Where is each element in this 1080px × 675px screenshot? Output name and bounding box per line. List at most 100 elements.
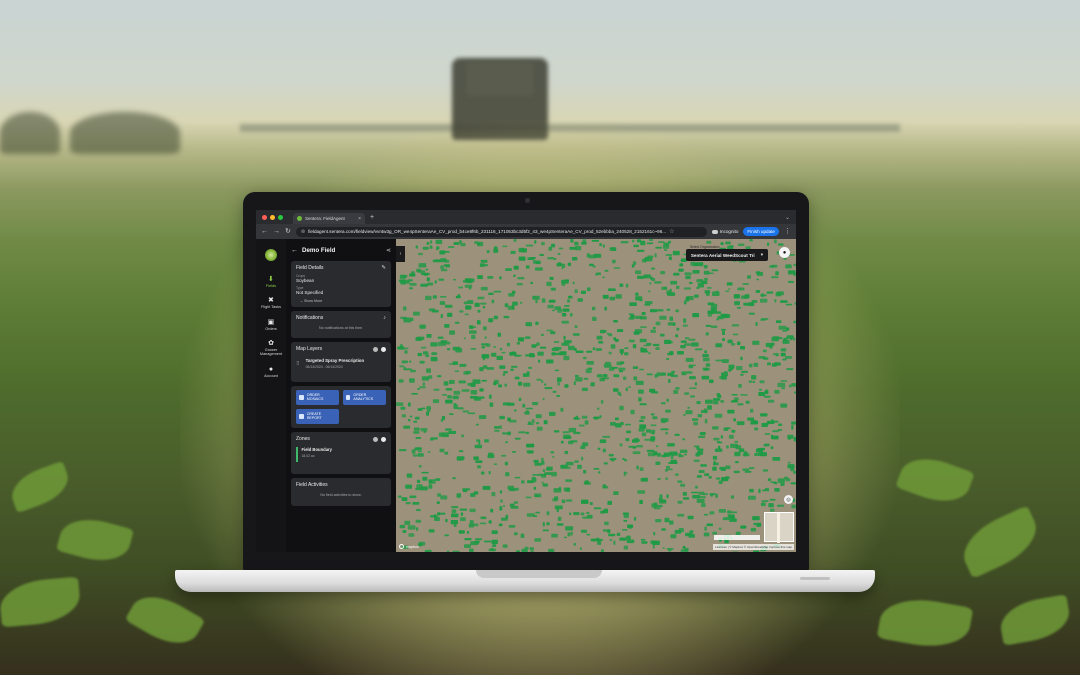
- weed-patch: [704, 526, 707, 531]
- mapbox-logo[interactable]: mapbox: [399, 544, 419, 549]
- add-layer-icon[interactable]: [381, 347, 386, 352]
- create-report-button[interactable]: CREATE REPORT: [296, 409, 339, 424]
- browser-menu-icon[interactable]: ⋮: [784, 228, 791, 235]
- weed-patch: [491, 492, 496, 497]
- layers-icon[interactable]: [373, 437, 378, 442]
- weed-patch: [552, 390, 557, 393]
- back-arrow-icon[interactable]: ←: [291, 247, 298, 254]
- weed-patch: [409, 378, 415, 383]
- map-view[interactable]: ‹ Select Organization Sentera Aerial Wee…: [396, 239, 796, 552]
- minimap[interactable]: [764, 512, 794, 543]
- bookmark-star-icon[interactable]: ☆: [669, 228, 674, 235]
- weed-patch: [715, 477, 721, 480]
- new-tab-button[interactable]: +: [370, 214, 374, 221]
- weed-patch: [603, 508, 609, 513]
- zone-item[interactable]: Field Boundary 18.02 ac: [296, 447, 386, 462]
- show-more-link[interactable]: ⌄ Show More: [296, 299, 386, 303]
- weed-patch: [465, 305, 472, 310]
- tree-line: [70, 112, 180, 154]
- weed-patch: [447, 395, 452, 399]
- weed-patch: [721, 372, 728, 377]
- rail-item-orders[interactable]: ▣ Orders: [265, 319, 277, 331]
- forward-arrow-icon[interactable]: →: [273, 228, 280, 235]
- locate-icon[interactable]: ◎: [784, 495, 793, 504]
- browser-tab[interactable]: Sentera: FieldAgent ×: [293, 213, 365, 224]
- weed-patch: [689, 387, 697, 389]
- weed-patch: [562, 431, 570, 434]
- weed-patch: [697, 448, 704, 451]
- rail-item-grower-management[interactable]: ✿ Grower Management: [256, 340, 286, 357]
- back-arrow-icon[interactable]: ←: [261, 228, 268, 235]
- rail-label: Grower Management: [259, 348, 283, 357]
- share-icon[interactable]: ⋖: [386, 247, 391, 254]
- layer-item[interactable]: ⠿ Targeted Spray Prescription 06/14/2024…: [296, 358, 386, 369]
- weed-patch: [680, 483, 686, 487]
- weed-patch: [549, 276, 554, 280]
- weed-patch: [434, 517, 440, 521]
- weed-patch: [462, 488, 471, 491]
- weed-patch: [403, 425, 411, 429]
- weed-patch: [512, 301, 518, 306]
- collapse-panel-button[interactable]: ‹: [396, 246, 405, 262]
- weed-patch: [734, 440, 739, 443]
- sentera-logo[interactable]: [265, 249, 277, 261]
- rail-item-account[interactable]: ● Account: [264, 366, 278, 378]
- weed-patch: [601, 377, 609, 380]
- weed-patch: [530, 550, 534, 552]
- minimize-window-button[interactable]: [270, 214, 275, 220]
- weed-patch: [649, 429, 656, 434]
- weed-patch: [487, 276, 494, 279]
- weed-patch: [634, 329, 643, 334]
- finish-update-button[interactable]: Finish update: [743, 227, 779, 236]
- weed-patch: [534, 462, 542, 466]
- weed-patch: [730, 495, 735, 499]
- layers-icon[interactable]: [373, 347, 378, 352]
- weed-patch: [503, 315, 510, 319]
- weed-patch: [720, 467, 726, 471]
- organization-dropdown[interactable]: Sentera Aerial WeedScout Tri ▾: [685, 249, 768, 261]
- add-zone-icon[interactable]: [381, 437, 386, 442]
- weed-patch: [396, 402, 404, 406]
- weed-patch: [504, 461, 508, 466]
- weed-patch: [448, 430, 457, 434]
- tab-search-icon[interactable]: ⌄: [785, 214, 790, 221]
- weed-patch: [498, 425, 502, 429]
- tree-line: [0, 112, 60, 154]
- weed-patch: [580, 529, 587, 533]
- weed-patch: [586, 511, 590, 515]
- close-window-button[interactable]: [262, 214, 267, 220]
- weed-patch: [597, 540, 602, 545]
- weed-patch: [637, 275, 644, 279]
- weed-patch: [534, 538, 542, 542]
- weed-patch: [447, 312, 453, 317]
- weed-patch: [759, 388, 762, 391]
- weed-patch: [730, 400, 739, 403]
- weed-patch: [481, 379, 487, 382]
- edit-pencil-icon[interactable]: ✎: [381, 265, 386, 271]
- weed-patch: [437, 493, 441, 497]
- drag-handle-icon[interactable]: ⠿: [296, 361, 300, 367]
- tab-close-icon[interactable]: ×: [358, 216, 361, 222]
- weed-patch: [648, 290, 651, 293]
- weed-patch: [574, 325, 578, 328]
- rail-item-fields[interactable]: ⬇ Fields: [266, 276, 276, 288]
- weed-patch: [705, 332, 709, 336]
- weed-patch: [399, 524, 406, 529]
- order-mosaics-button[interactable]: ORDER MOSAICS: [296, 390, 339, 405]
- weed-patch: [625, 283, 629, 288]
- weed-patch: [669, 288, 672, 294]
- maximize-window-button[interactable]: [278, 214, 283, 220]
- rail-item-flight-tasks[interactable]: ✖ Flight Tasks: [261, 297, 281, 309]
- weed-patch: [454, 370, 460, 372]
- weed-patch: [749, 488, 754, 493]
- weed-patch: [411, 449, 416, 454]
- weed-patch: [608, 533, 616, 537]
- site-info-icon[interactable]: ⊜: [301, 229, 305, 235]
- order-analytics-button[interactable]: ORDER ANALYTICS: [343, 390, 386, 405]
- account-avatar-icon[interactable]: ●: [779, 247, 790, 258]
- map-attribution[interactable]: Licenses | © Mapbox © OpenStreetMap Impr…: [713, 544, 794, 550]
- address-bar[interactable]: ⊜ fieldagent.sentera.com/fieldview/vvntw…: [295, 226, 707, 237]
- reload-icon[interactable]: ↻: [285, 228, 291, 235]
- weed-patch: [655, 461, 661, 465]
- bell-icon[interactable]: ♪: [383, 315, 386, 321]
